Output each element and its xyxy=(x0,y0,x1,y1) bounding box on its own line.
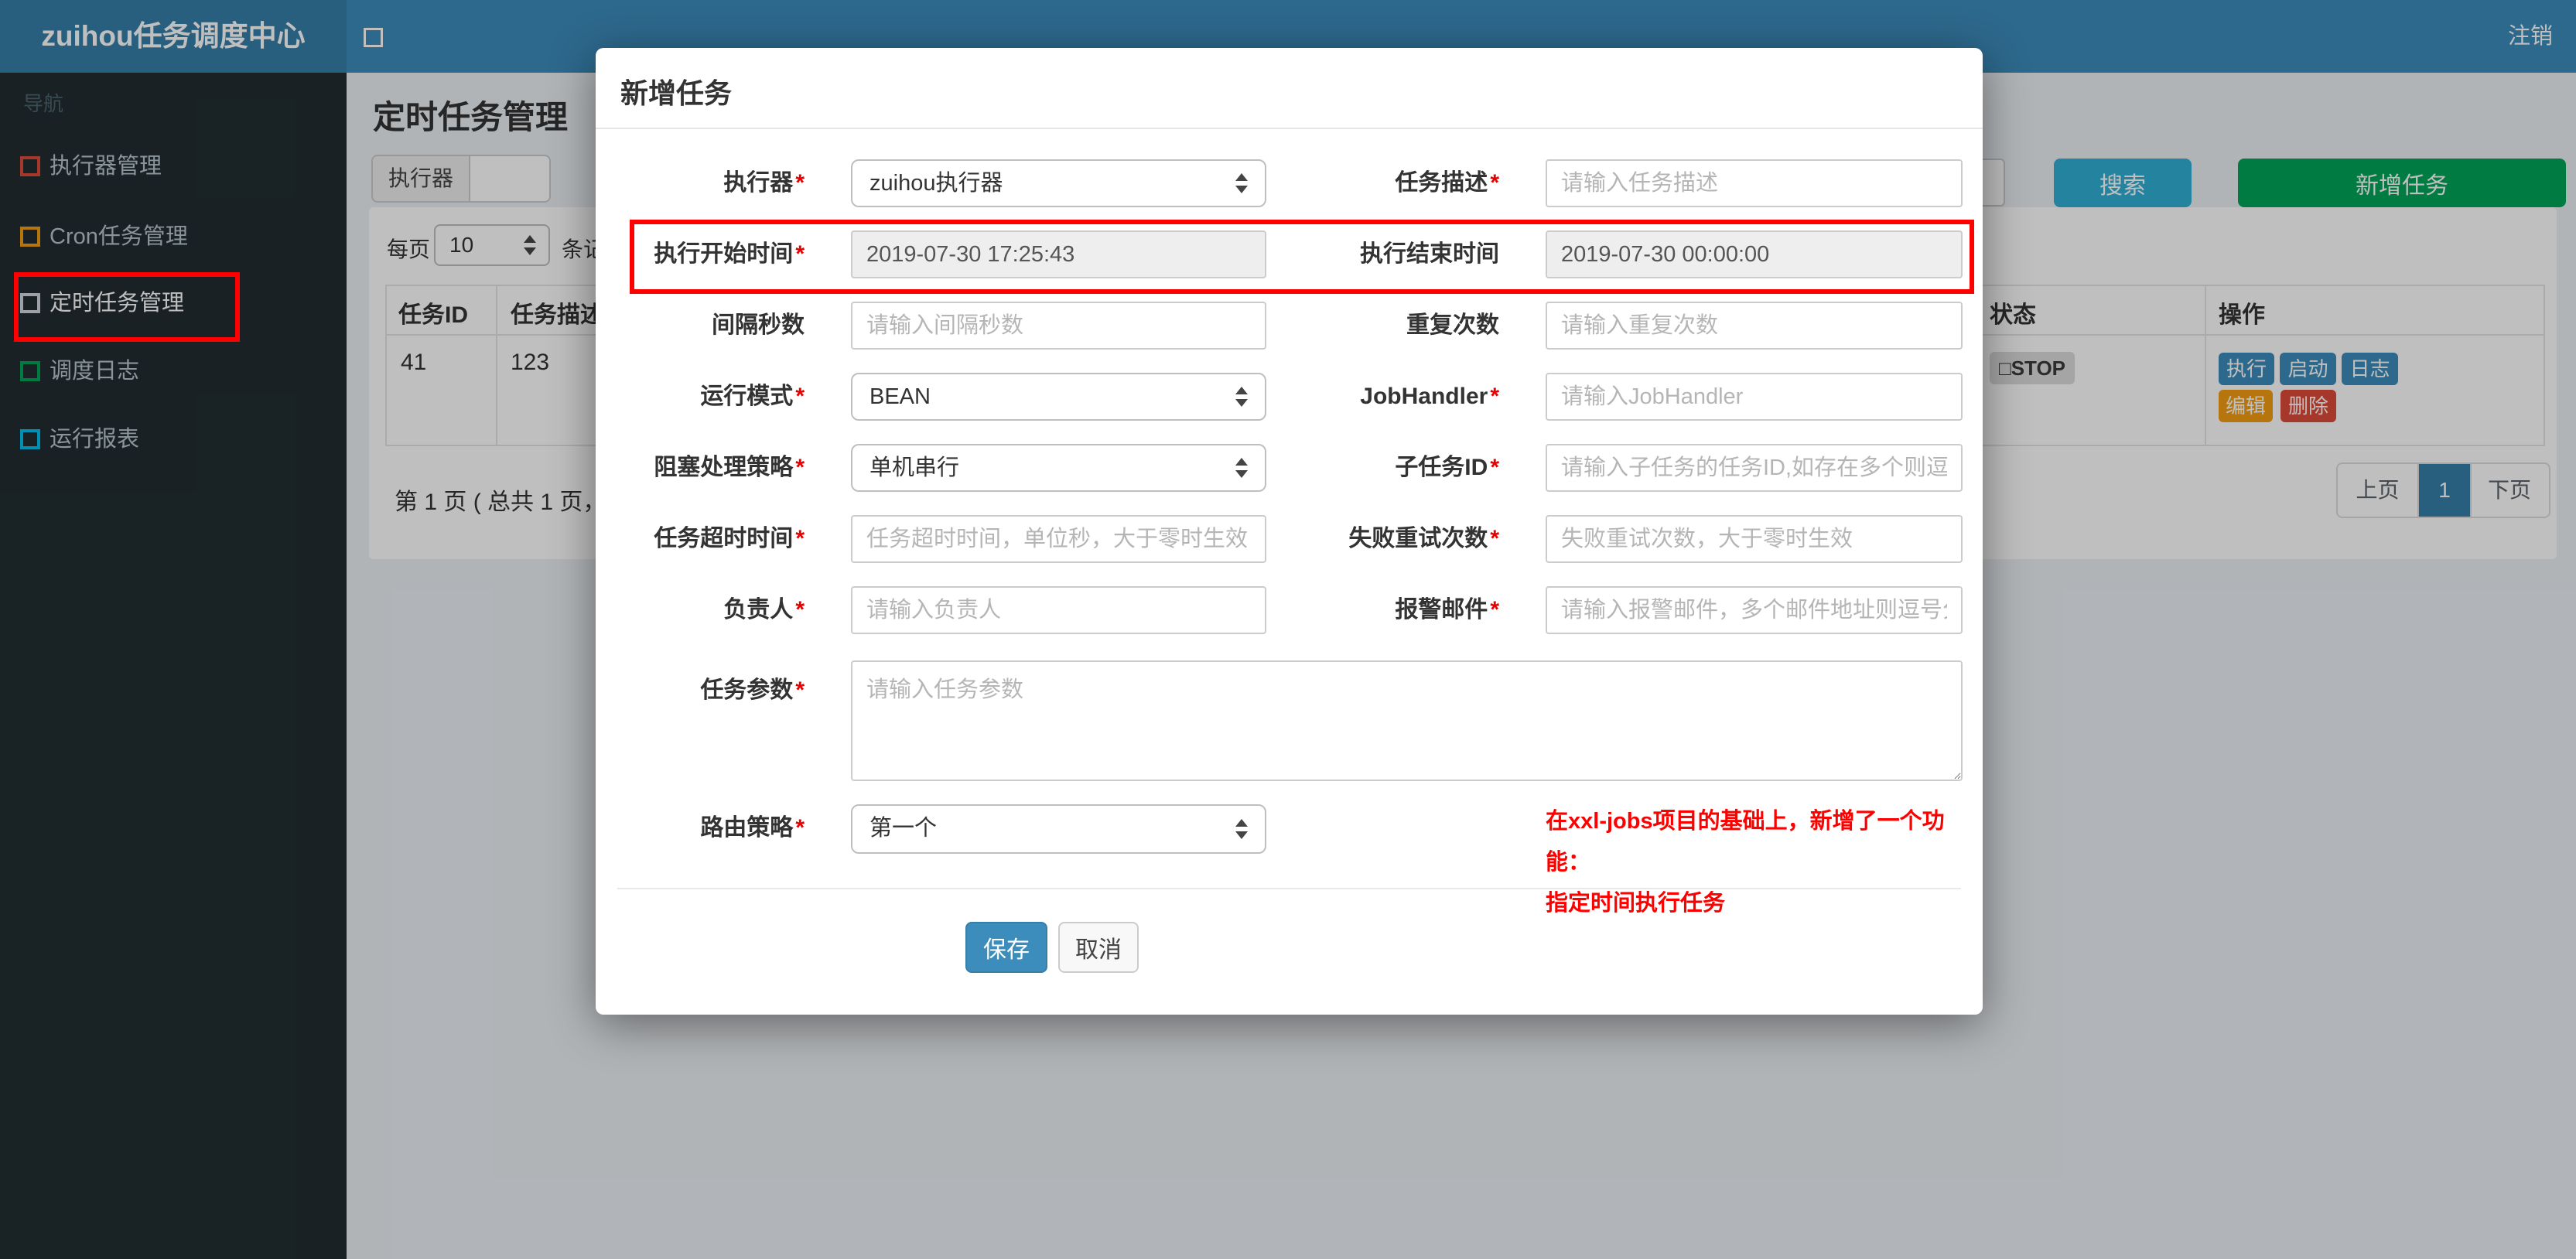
select-caret-icon xyxy=(1235,817,1248,841)
form-row: 运行模式 * BEAN JobHandler * xyxy=(596,373,1983,421)
params-label: 任务参数 * xyxy=(700,677,805,703)
task-desc-input[interactable] xyxy=(1546,159,1963,207)
modal-header: 新增任务 xyxy=(596,48,1983,129)
route-strategy-label: 路由策略 * xyxy=(700,815,805,841)
params-textarea[interactable] xyxy=(851,660,1963,781)
block-strategy-label: 阻塞处理策略 * xyxy=(654,455,805,480)
form-row: 执行开始时间* 执行结束时间 xyxy=(596,230,1983,278)
repeat-label: 重复次数 xyxy=(1406,312,1499,338)
modal-title: 新增任务 xyxy=(620,77,733,109)
start-time-label: 执行开始时间 * xyxy=(654,241,805,267)
form-row: 阻塞处理策略 * 单机串行 子任务ID * xyxy=(596,444,1983,492)
fail-retry-input[interactable] xyxy=(1546,515,1963,563)
end-time-label: 执行结束时间 xyxy=(1360,241,1499,267)
route-strategy-select[interactable]: 第一个 xyxy=(851,804,1266,854)
job-handler-input[interactable] xyxy=(1546,373,1963,421)
block-strategy-select[interactable]: 单机串行 xyxy=(851,444,1266,492)
timeout-label: 任务超时时间 * xyxy=(654,526,805,551)
form-row: 执行器 * zuihou执行器 任务描述 * xyxy=(596,159,1983,207)
select-caret-icon xyxy=(1235,385,1248,408)
job-handler-label: JobHandler * xyxy=(1360,384,1499,409)
save-button[interactable]: 保存 xyxy=(965,922,1047,973)
form-row: 间隔秒数 重复次数 xyxy=(596,302,1983,350)
footer-divider xyxy=(617,888,1961,889)
child-job-id-label: 子任务ID * xyxy=(1395,455,1499,480)
executor-select[interactable]: zuihou执行器 xyxy=(851,159,1266,207)
interval-label: 间隔秒数 xyxy=(712,312,805,338)
task-desc-label: 任务描述 * xyxy=(1395,170,1499,196)
timeout-input[interactable] xyxy=(851,515,1266,563)
alarm-email-label: 报警邮件 * xyxy=(1395,597,1499,623)
cancel-button[interactable]: 取消 xyxy=(1058,922,1139,973)
alarm-email-input[interactable] xyxy=(1546,586,1963,634)
interval-input[interactable] xyxy=(851,302,1266,350)
add-task-modal: 新增任务 执行器* zuihou执行器 任务描述* 执行开始时间* 执行结束时间… xyxy=(596,48,1983,1015)
owner-input[interactable] xyxy=(851,586,1266,634)
run-mode-label: 运行模式 * xyxy=(700,384,805,409)
child-job-id-input[interactable] xyxy=(1546,444,1963,492)
owner-label: 负责人 * xyxy=(723,597,805,623)
form-row: 负责人* 报警邮件* xyxy=(596,586,1983,634)
select-caret-icon xyxy=(1235,456,1248,479)
run-mode-select[interactable]: BEAN xyxy=(851,373,1266,421)
feature-note: 在xxl-jobs项目的基础上，新增了一个功能： 指定时间执行任务 xyxy=(1546,809,1945,916)
form-row: 任务超时时间* 失败重试次数* xyxy=(596,515,1983,563)
end-time-input[interactable] xyxy=(1546,230,1963,278)
select-caret-icon xyxy=(1235,172,1248,195)
fail-retry-label: 失败重试次数 * xyxy=(1348,526,1499,551)
repeat-input[interactable] xyxy=(1546,302,1963,350)
executor-label: 执行器 * xyxy=(723,170,805,196)
start-time-input[interactable] xyxy=(851,230,1266,278)
